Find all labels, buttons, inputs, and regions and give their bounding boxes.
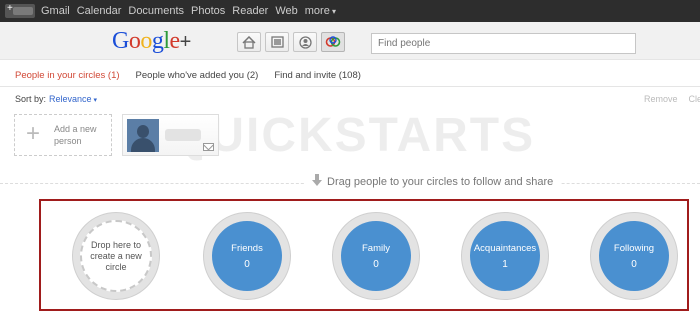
tab-find-and-invite[interactable]: Find and invite (108): [274, 70, 361, 81]
blurred-person-name: [165, 129, 201, 141]
circles-icon: [325, 36, 341, 47]
home-button[interactable]: [237, 32, 261, 52]
photos-button[interactable]: [265, 32, 289, 52]
circle-name: Family: [362, 242, 390, 254]
circle-tabs: People in your circles (1) People who've…: [15, 70, 377, 81]
tab-people-who-added-you[interactable]: People who've added you (2): [136, 70, 259, 81]
mail-icon: [203, 143, 214, 151]
down-arrow-icon: [312, 174, 322, 189]
drop-circle-label: Drop here to create a new circle: [80, 220, 152, 292]
add-person-label: Add a new person: [54, 124, 97, 146]
tab-divider: [0, 86, 700, 87]
circle-count: 0: [631, 258, 637, 270]
user-initial: +: [7, 3, 13, 14]
remove-action[interactable]: Remove: [644, 94, 678, 104]
profile-button[interactable]: [293, 32, 317, 52]
user-name[interactable]: +: [5, 3, 35, 18]
nav-calendar[interactable]: Calendar: [77, 5, 122, 17]
mode-buttons: [237, 32, 349, 52]
selection-actions: Remove Cle: [644, 94, 700, 104]
circle-friends[interactable]: Friends 0: [203, 212, 291, 300]
tab-people-in-your-circles[interactable]: People in your circles (1): [15, 70, 120, 81]
nav-more[interactable]: more: [305, 5, 336, 17]
nav-reader[interactable]: Reader: [232, 5, 268, 17]
add-new-person-card[interactable]: + Add a new person: [14, 114, 112, 156]
sort-dropdown[interactable]: Relevance: [49, 94, 97, 104]
circle-family[interactable]: Family 0: [332, 212, 420, 300]
google-plus-logo[interactable]: Google+: [112, 28, 191, 55]
watermark: QUICKSTARTS: [170, 109, 536, 162]
drag-hint-text: Drag people to your circles to follow an…: [327, 175, 554, 188]
home-icon: [242, 35, 256, 49]
nav-documents[interactable]: Documents: [128, 5, 184, 17]
top-nav-links: Gmail Calendar Documents Photos Reader W…: [41, 5, 343, 17]
new-circle-drop-zone[interactable]: Drop here to create a new circle: [72, 212, 160, 300]
circle-name: Following: [613, 242, 655, 254]
nav-gmail[interactable]: Gmail: [41, 5, 70, 17]
find-people-input[interactable]: [371, 33, 636, 54]
circle-name: Acquaintances: [473, 242, 537, 254]
drag-hint: Drag people to your circles to follow an…: [304, 174, 562, 189]
plus-icon: +: [26, 120, 41, 147]
circle-acquaintances[interactable]: Acquaintances 1: [461, 212, 549, 300]
blurred-user-name: [13, 7, 33, 15]
top-navigation-bar: + Gmail Calendar Documents Photos Reader…: [0, 0, 700, 22]
photos-icon: [270, 36, 284, 48]
clear-action[interactable]: Cle: [688, 94, 700, 104]
person-card[interactable]: [122, 114, 219, 156]
header: Google+: [0, 22, 700, 60]
sort-label: Sort by:: [15, 94, 47, 104]
avatar: [127, 119, 159, 152]
circle-count: 0: [244, 258, 250, 270]
profile-icon: [298, 35, 312, 49]
sort-control: Sort by: Relevance: [15, 94, 97, 104]
logo-plus: +: [179, 31, 192, 53]
circle-count: 1: [502, 258, 508, 270]
circle-name: Friends: [231, 242, 263, 254]
circle-following[interactable]: Following 0: [590, 212, 678, 300]
circle-count: 0: [373, 258, 379, 270]
nav-photos[interactable]: Photos: [191, 5, 225, 17]
nav-web[interactable]: Web: [275, 5, 297, 17]
circles-button[interactable]: [321, 32, 345, 52]
